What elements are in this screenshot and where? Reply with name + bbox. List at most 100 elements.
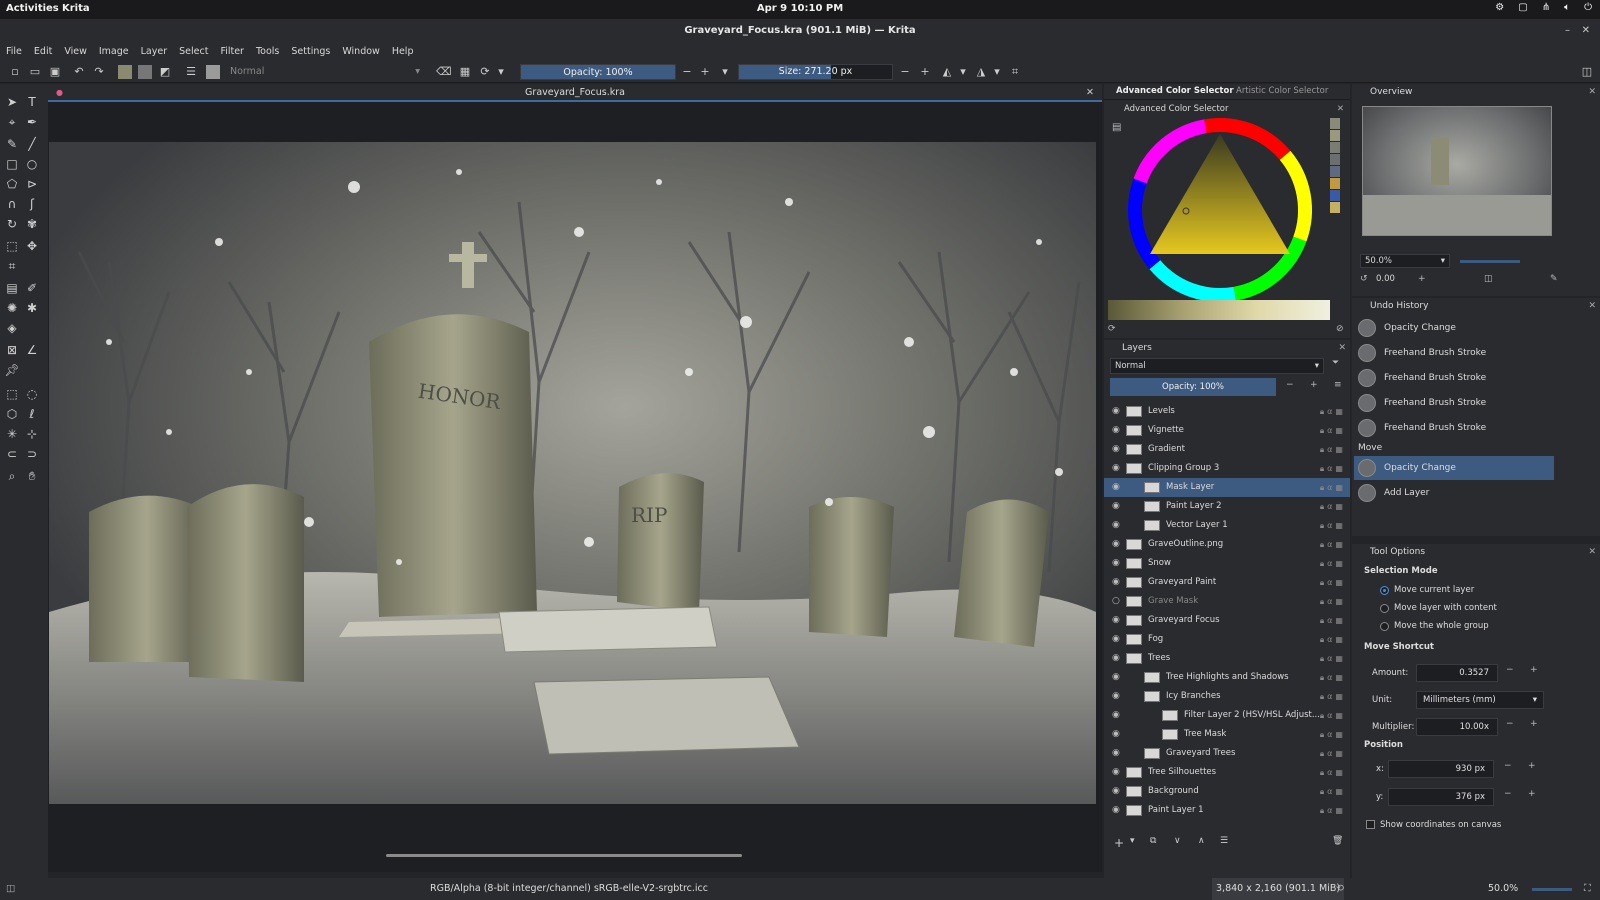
color-shade-strip[interactable] xyxy=(1108,300,1330,320)
radio-move-layer-with-content[interactable] xyxy=(1380,604,1389,613)
color-picker-icon[interactable]: ✐ xyxy=(24,280,40,296)
layer-row[interactable]: ◉ Icy Branches 🔒︎α▦ xyxy=(1104,687,1350,706)
visibility-eye-icon[interactable]: ◉ xyxy=(1112,782,1120,801)
gradient-tool-icon[interactable]: ▤ xyxy=(4,280,20,296)
layer-blend-mode-select[interactable]: Normal ▾ xyxy=(1110,358,1324,374)
layer-flags-icons[interactable]: 🔒︎α▦ xyxy=(1320,535,1346,554)
power-icon[interactable]: ⏻ xyxy=(1584,2,1592,13)
layer-flags-icons[interactable]: 🔒︎α▦ xyxy=(1320,573,1346,592)
layer-flags-icons[interactable]: 🔒︎α▦ xyxy=(1320,706,1346,725)
chevron-down-icon[interactable]: ▾ xyxy=(494,65,508,79)
layer-properties-icon[interactable]: ☰ xyxy=(1220,836,1228,846)
visibility-eye-icon[interactable]: ◉ xyxy=(1112,573,1120,592)
chevron-down-icon[interactable]: ▾ xyxy=(956,65,970,79)
fullscreen-icon[interactable]: ⛶ xyxy=(1584,878,1591,900)
elliptical-selection-icon[interactable]: ◌ xyxy=(24,386,40,402)
move-tool-icon[interactable]: ✥ xyxy=(24,238,40,254)
layer-row[interactable]: ◉ Snow 🔒︎α▦ xyxy=(1104,554,1350,573)
overview-zoom-select[interactable]: 50.0% ▾ xyxy=(1360,254,1450,268)
visibility-eye-icon[interactable]: ◉ xyxy=(1112,402,1120,421)
recent-colors-column[interactable] xyxy=(1330,118,1340,228)
undo-history-item[interactable]: Freehand Brush Stroke xyxy=(1354,341,1554,365)
layer-row[interactable]: ◉ Paint Layer 2 🔒︎α▦ xyxy=(1104,497,1350,516)
undo-history-item[interactable]: Freehand Brush Stroke xyxy=(1354,416,1554,440)
refresh-icon[interactable]: ⟳ xyxy=(1108,324,1116,334)
close-icon[interactable]: ✕ xyxy=(1588,84,1596,100)
layer-flags-icons[interactable]: 🔒︎α▦ xyxy=(1320,554,1346,573)
layer-flags-icons[interactable]: 🔒︎α▦ xyxy=(1320,763,1346,782)
opacity-decrease-icon[interactable]: − xyxy=(1286,380,1294,390)
visibility-eye-icon[interactable]: ◉ xyxy=(1112,535,1120,554)
menu-window[interactable]: Window xyxy=(342,43,379,61)
redo-icon[interactable]: ↷ xyxy=(92,65,106,79)
save-icon[interactable]: ▣ xyxy=(48,65,62,79)
smart-patch-icon[interactable]: ✺ xyxy=(4,300,20,316)
blend-mode-select[interactable]: Normal ▾ xyxy=(226,64,426,80)
x-decrease-icon[interactable]: − xyxy=(1504,761,1512,771)
polyline-tool-icon[interactable]: ⊳ xyxy=(24,176,40,192)
color-settings-icon[interactable]: ▤ xyxy=(1112,122,1121,133)
canvas-painting[interactable]: RIP HONOR xyxy=(49,142,1096,804)
rotate-increase-icon[interactable]: + xyxy=(1418,274,1426,284)
opacity-slider[interactable]: Opacity: 100% xyxy=(520,64,676,80)
opacity-increase-icon[interactable]: + xyxy=(1310,380,1318,390)
reference-images-icon[interactable]: 📌︎ xyxy=(4,362,20,378)
layer-row[interactable]: ◉ Tree Highlights and Shadows 🔒︎α▦ xyxy=(1104,668,1350,687)
layer-row[interactable]: ◉ Gradient 🔒︎α▦ xyxy=(1104,440,1350,459)
multiplier-field[interactable]: 10.00x xyxy=(1416,718,1498,736)
document-tab[interactable]: Graveyard_Focus.kra ● ✕ xyxy=(48,84,1102,102)
brush-size-slider[interactable]: Size: 271.20 px xyxy=(738,64,893,80)
layer-row[interactable]: ◉ Vignette 🔒︎α▦ xyxy=(1104,421,1350,440)
line-tool-icon[interactable]: ╱ xyxy=(24,136,40,152)
visibility-eye-icon[interactable]: ◉ xyxy=(1112,744,1120,763)
layer-flags-icons[interactable]: 🔒︎α▦ xyxy=(1320,782,1346,801)
layer-row[interactable]: ○ Grave Mask 🔒︎α▦ xyxy=(1104,592,1350,611)
reload-preset-icon[interactable]: ⟳ xyxy=(478,65,492,79)
layer-flags-icons[interactable]: 🔒︎α▦ xyxy=(1320,668,1346,687)
layer-flags-icons[interactable]: 🔒︎α▦ xyxy=(1320,801,1346,820)
measure-tool-icon[interactable]: ∠ xyxy=(24,342,40,358)
color-wheel[interactable] xyxy=(1122,118,1318,308)
brush-preset-icon[interactable] xyxy=(206,65,220,79)
layer-opacity-slider[interactable]: Opacity: 100% xyxy=(1110,378,1276,396)
menu-layer[interactable]: Layer xyxy=(141,43,168,61)
visibility-eye-icon[interactable]: ◉ xyxy=(1112,478,1120,497)
layer-row[interactable]: ◉ Tree Silhouettes 🔒︎α▦ xyxy=(1104,763,1350,782)
layer-row[interactable]: ◉ Trees 🔒︎α▦ xyxy=(1104,649,1350,668)
canvas-horizontal-scrollbar[interactable] xyxy=(386,854,742,857)
layer-flags-icons[interactable]: 🔒︎α▦ xyxy=(1320,592,1346,611)
y-position-field[interactable]: 376 px xyxy=(1388,788,1494,806)
close-icon[interactable]: ✕ xyxy=(1588,298,1596,314)
layer-flags-icons[interactable]: 🔒︎α▦ xyxy=(1320,725,1346,744)
layer-row[interactable]: ◉ Fog 🔒︎α▦ xyxy=(1104,630,1350,649)
x-increase-icon[interactable]: + xyxy=(1528,761,1536,771)
visibility-eye-icon[interactable]: ◉ xyxy=(1112,611,1120,630)
layer-row[interactable]: ◉ Background 🔒︎α▦ xyxy=(1104,782,1350,801)
menu-select[interactable]: Select xyxy=(179,43,208,61)
recent-color-swatch[interactable] xyxy=(1330,118,1340,129)
layer-flags-icons[interactable]: 🔒︎α▦ xyxy=(1320,459,1346,478)
select-shapes-icon[interactable]: ➤ xyxy=(4,94,20,110)
polygon-tool-icon[interactable]: ⬠ xyxy=(4,176,20,192)
freehand-selection-icon[interactable]: ℓ xyxy=(24,406,40,422)
duplicate-layer-icon[interactable]: ⧉ xyxy=(1150,836,1156,846)
contiguous-selection-icon[interactable]: ✳ xyxy=(4,426,20,442)
undo-history-item[interactable]: Freehand Brush Stroke xyxy=(1354,366,1554,390)
network-icon[interactable]: ⚙ xyxy=(1495,2,1504,13)
volume-icon[interactable]: 🔈︎ xyxy=(1564,2,1570,13)
calligraphy-icon[interactable]: ✒ xyxy=(24,114,40,130)
freehand-brush-icon[interactable]: ✎ xyxy=(4,136,20,152)
y-decrease-icon[interactable]: − xyxy=(1504,789,1512,799)
layer-row[interactable]: ◉ GraveOutline.png 🔒︎α▦ xyxy=(1104,535,1350,554)
radio-move-current-layer[interactable] xyxy=(1380,586,1389,595)
layer-row[interactable]: ◉ Graveyard Trees 🔒︎α▦ xyxy=(1104,744,1350,763)
rectangle-tool-icon[interactable]: □ xyxy=(4,156,20,172)
tab-artistic-color-selector[interactable]: Artistic Color Selector xyxy=(1236,86,1328,96)
visibility-eye-icon[interactable]: ◉ xyxy=(1112,440,1120,459)
opacity-increase-icon[interactable]: + xyxy=(698,65,712,79)
layer-flags-icons[interactable]: 🔒︎α▦ xyxy=(1320,421,1346,440)
assistant-tool-icon[interactable]: ⊠ xyxy=(4,342,20,358)
amount-decrease-icon[interactable]: − xyxy=(1506,665,1514,675)
recent-color-swatch[interactable] xyxy=(1330,202,1340,213)
crop-tool-icon[interactable]: ⌗ xyxy=(4,258,20,274)
